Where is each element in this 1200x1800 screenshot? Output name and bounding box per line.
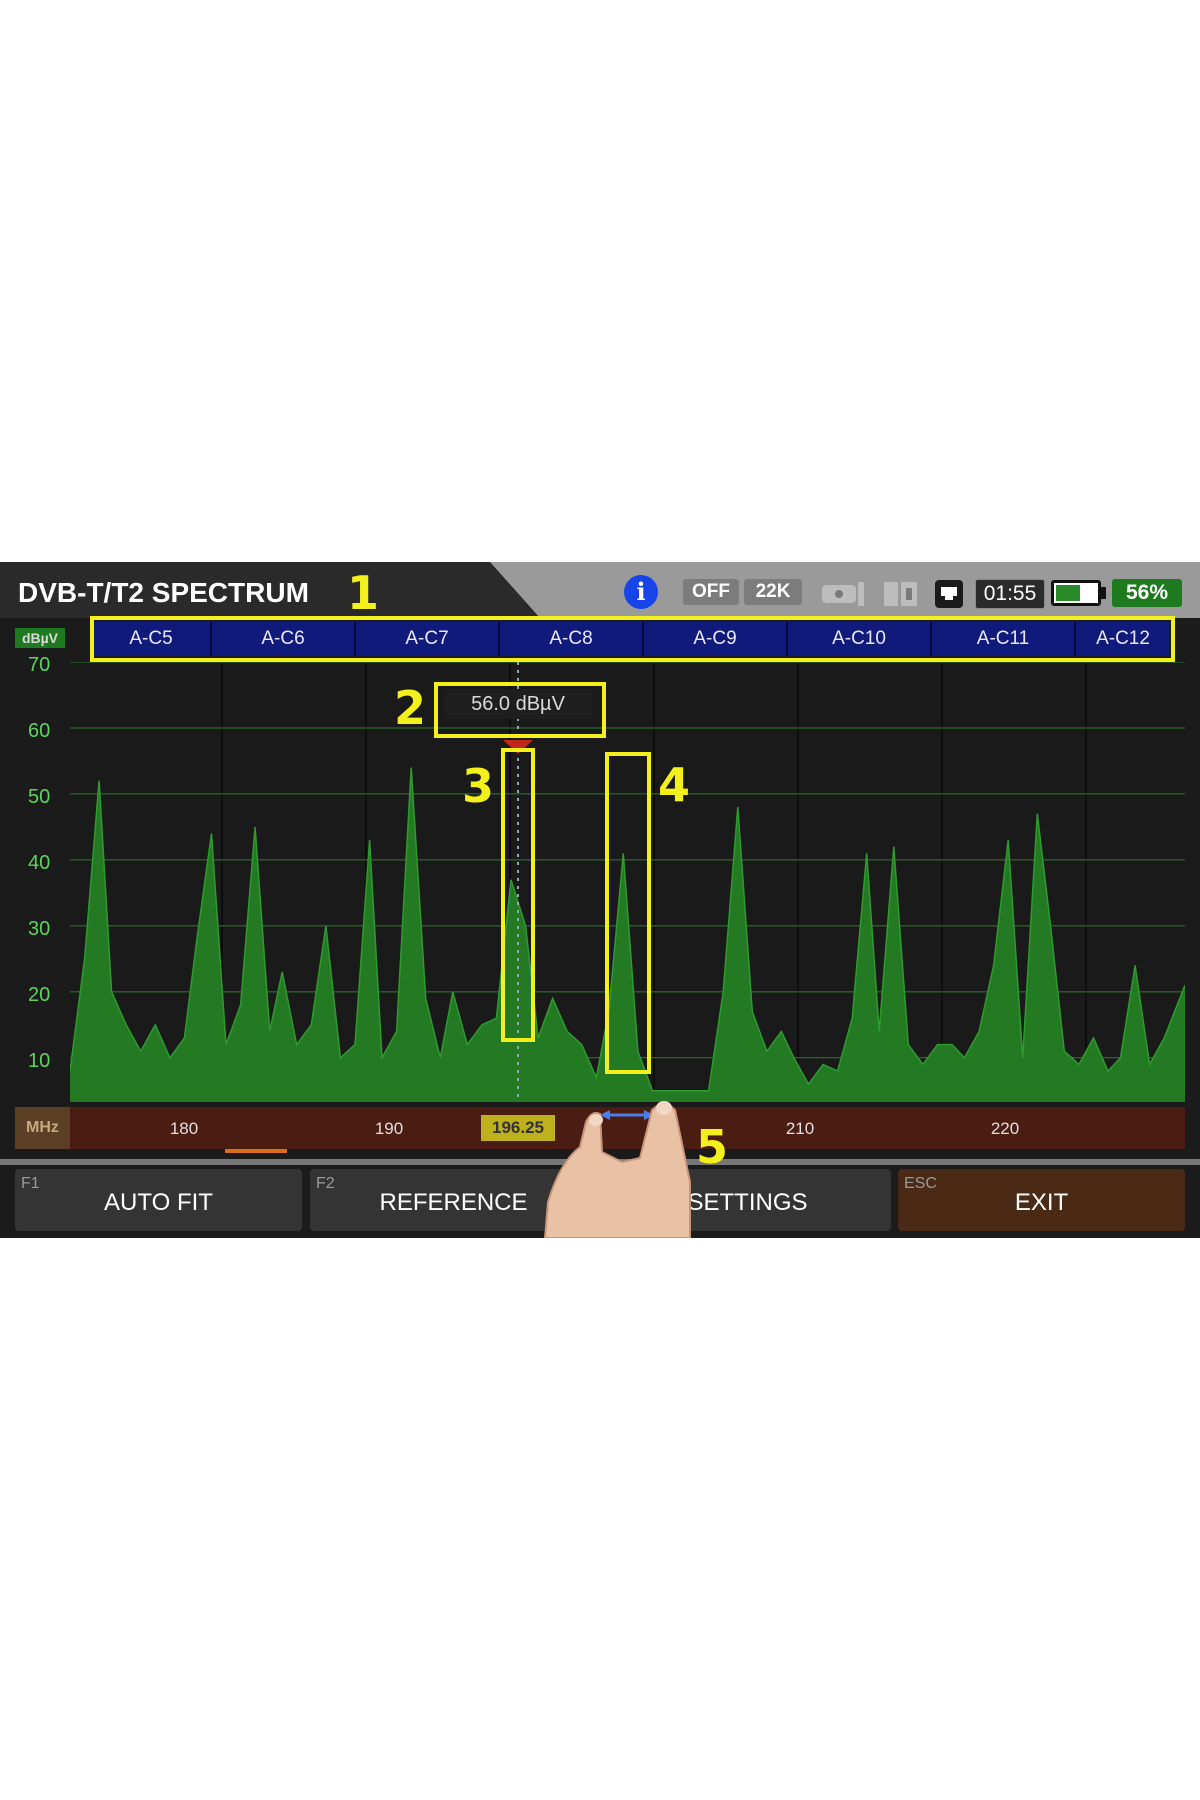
lnb-power-status[interactable]: OFF <box>683 579 739 605</box>
annotation-box-1 <box>90 616 1175 662</box>
divider <box>0 1159 1200 1165</box>
reference-button[interactable]: F2 REFERENCE <box>310 1169 597 1231</box>
battery-tip <box>1101 587 1106 599</box>
x-tick-label: 220 <box>990 1119 1020 1138</box>
y-tick-label: 30 <box>28 918 51 940</box>
page-title: DVB-T/T2 SPECTRUM <box>18 577 309 608</box>
tone-status[interactable]: 22K <box>744 579 802 605</box>
exit-button[interactable]: ESC EXIT <box>898 1169 1185 1231</box>
marker-frequency-label[interactable]: 196.25 <box>481 1115 555 1141</box>
analyzer-screen: DVB-T/T2 SPECTRUM i OFF 22K 01:55 56% dB… <box>0 562 1200 1238</box>
settings-button[interactable]: F3 SETTINGS <box>604 1169 891 1231</box>
y-tick-label: 50 <box>28 786 51 808</box>
annotation-number-3: 3 <box>462 759 495 813</box>
y-tick-label: 60 <box>28 720 51 742</box>
x-tick-label: 180 <box>169 1119 199 1138</box>
annotation-number-2: 2 <box>394 681 427 735</box>
y-tick-label: 70 <box>28 654 51 676</box>
button-label: AUTO FIT <box>104 1189 213 1216</box>
status-header: DVB-T/T2 SPECTRUM i OFF 22K 01:55 56% <box>0 562 1200 618</box>
clock: 01:55 <box>975 579 1045 609</box>
frequency-axis[interactable]: MHz 180 190 2 210 220 196.25 <box>15 1107 1185 1149</box>
button-label: REFERENCE <box>379 1189 528 1216</box>
annotation-number-4: 4 <box>658 758 691 812</box>
battery-icon <box>1051 580 1101 606</box>
battery-percentage: 56% <box>1112 579 1182 607</box>
frequency-unit-label: MHz <box>15 1107 70 1149</box>
y-tick-label: 10 <box>28 1050 51 1072</box>
lnb-icon <box>822 582 872 611</box>
level-unit-label: dBµV <box>15 628 65 648</box>
scroll-indicator <box>225 1149 287 1153</box>
info-icon[interactable]: i <box>624 575 658 609</box>
battery-level-fill <box>1056 585 1080 601</box>
annotation-box-3 <box>501 748 535 1042</box>
x-tick-label: 210 <box>785 1119 815 1138</box>
annotation-number-1: 1 <box>347 566 380 620</box>
title-tab: DVB-T/T2 SPECTRUM <box>0 562 540 618</box>
x-tick-label: 190 <box>374 1119 404 1138</box>
ethernet-icon <box>934 579 964 614</box>
button-label: SETTINGS <box>687 1189 808 1216</box>
x-tick-label: 2 <box>585 1119 595 1138</box>
annotation-number-5: 5 <box>696 1120 729 1174</box>
annotation-box-4 <box>605 752 651 1074</box>
annotation-box-2 <box>434 682 606 738</box>
dual-sim-icon <box>884 580 920 613</box>
y-tick-label: 20 <box>28 984 51 1006</box>
auto-fit-button[interactable]: F1 AUTO FIT <box>15 1169 302 1231</box>
button-label: EXIT <box>1014 1189 1069 1216</box>
y-tick-label: 40 <box>28 852 51 874</box>
